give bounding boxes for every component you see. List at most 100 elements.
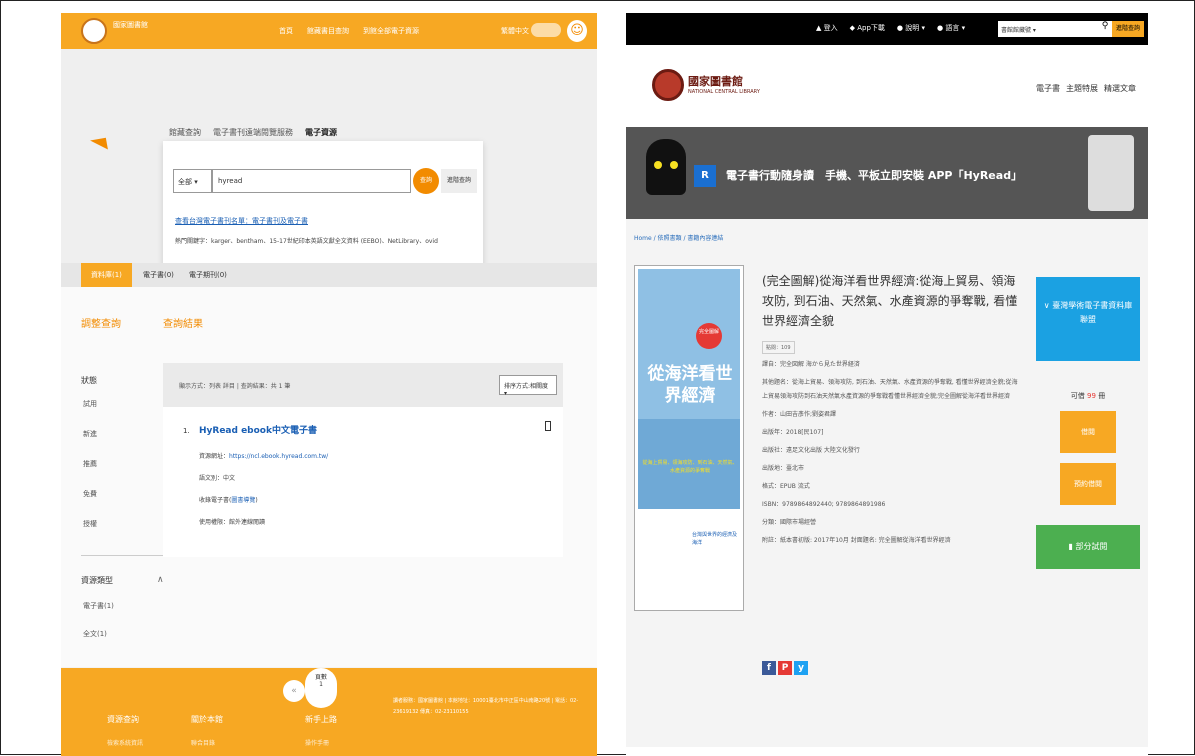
scope-value: 全部	[178, 178, 192, 186]
book-cover[interactable]: 完全圖解 從海洋看世界經濟 從海上貿易、領海攻防、到石油、天然氣、水產資源的爭奪…	[634, 265, 744, 611]
url-label: 資源網址：	[199, 453, 230, 460]
devices-icon	[1088, 135, 1134, 211]
left-topnav: 首頁 館藏書目查詢 到館全部電子資源	[279, 26, 419, 36]
footer-col-search[interactable]: 資源查詢	[107, 714, 139, 725]
result-url-link[interactable]: https://ncl.ebook.hyread.com.tw/	[229, 453, 328, 460]
eresource-list-link[interactable]: 查看台灣電子書刊名單：電子書刊及電子書	[175, 216, 308, 226]
left-topbar: 國家圖書館 首頁 館藏書目查詢 到館全部電子資源 繁體中文 ☺	[61, 13, 597, 49]
filter-status-new[interactable]: 新進	[83, 429, 97, 439]
book-detail: 完全圖解 從海洋看世界經濟 從海上貿易、領海攻防、到石油、天然氣、水產資源的爭奪…	[626, 257, 1148, 747]
nav-articles[interactable]: 精選文章	[1104, 83, 1136, 94]
topnav-home[interactable]: 首頁	[279, 26, 293, 36]
filter-status-title: 狀態	[81, 376, 97, 385]
right-header: 國家圖書館 NATIONAL CENTRAL LIBRARY 電子書 主題特展 …	[626, 45, 1148, 127]
availability: 可借 99 冊	[1036, 391, 1140, 401]
avail-unit: 冊	[1098, 392, 1106, 400]
page-number: 1	[319, 681, 323, 688]
field-year: 出版年：2018[民107]	[762, 429, 824, 436]
help-label: 說明	[905, 24, 920, 32]
book-title: (完全圖解)從海洋看世界經濟:從海上貿易、領海攻防, 到石油、天然氣、水產資源的…	[762, 274, 1018, 328]
page-indicator[interactable]: 頁數 1	[305, 668, 337, 708]
result-title-link[interactable]: HyRead ebook中文電子書	[199, 423, 317, 436]
borrow-button[interactable]: 借閱	[1060, 411, 1116, 453]
search-icon[interactable]: ⚲	[1098, 21, 1112, 37]
field-original-title: 譯自：完全図解 海から見た世界経済	[762, 361, 860, 368]
help-link[interactable]: ● 說明 ▾	[897, 23, 925, 33]
type-end: )	[255, 497, 258, 504]
field-publisher: 出版社：遠足文化出版 大陸文化發行	[762, 447, 860, 454]
search-hero: 館藏查詢 電子書刊遠端閱覽服務 電子資源 全部 ▾ hyread 查詢 進階查詢…	[61, 49, 597, 279]
app-download-link[interactable]: ◆ App下載	[850, 23, 885, 33]
search-input[interactable]: hyread	[211, 169, 411, 193]
footer-sub-guide[interactable]: 操作手冊	[305, 738, 329, 747]
field-note: 附註：紙本書初版: 2017年10月 封面題名: 完全圖解從海洋看世界經濟	[762, 537, 951, 544]
plurk-icon[interactable]: P	[778, 661, 792, 675]
field-place: 出版地：臺北市	[762, 465, 805, 472]
filter-status-licensed[interactable]: 授權	[83, 519, 97, 529]
tab-database[interactable]: 資料庫(1)	[81, 263, 132, 287]
adjust-title: 調整查詢	[81, 319, 121, 330]
breadcrumb[interactable]: Home / 依照書類 / 書籍內容連結	[634, 233, 723, 242]
result-url-line: 資源網址：https://ncl.ebook.hyread.com.tw/	[199, 451, 328, 460]
advanced-search-button[interactable]: 進階查詢	[441, 169, 477, 193]
cat-eye-icon	[670, 161, 678, 169]
user-icon[interactable]: ☺	[567, 20, 587, 42]
language-link[interactable]: ● 語言 ▾	[937, 23, 965, 33]
banner-text: 電子書行動隨身讀 手機、平板立即安裝 APP「HyRead」	[726, 169, 1023, 182]
login-label: 登入	[823, 24, 838, 32]
app-banner[interactable]: R 電子書行動隨身讀 手機、平板立即安裝 APP「HyRead」	[626, 127, 1148, 219]
sort-bar: 顯示方式：列表 詳目 | 查詢結果：共 1 筆 排序方式:相關度 ▾	[163, 363, 563, 407]
library-logo-icon[interactable]	[81, 18, 107, 44]
facebook-icon[interactable]: f	[762, 661, 776, 675]
tab-ejournal[interactable]: 電子期刊(0)	[189, 263, 227, 287]
cover-subtitle: 從海上貿易、領海攻防、到石油、天然氣、水產資源的爭奪戰	[642, 460, 738, 474]
footer-sub-about[interactable]: 聯合目錄	[191, 738, 215, 747]
filter-status-recommend[interactable]: 推薦	[83, 459, 97, 469]
footer-sub-search[interactable]: 檢索系統資訊	[107, 738, 143, 747]
topnav-catalog[interactable]: 館藏書目查詢	[307, 26, 349, 36]
footer-col-guide[interactable]: 新手上路	[305, 714, 337, 725]
cover-badge: 完全圖解	[696, 323, 722, 349]
login-link[interactable]: ▲ 登入	[816, 23, 838, 33]
user-pill[interactable]	[531, 23, 561, 37]
bookmark-icon[interactable]	[545, 421, 551, 431]
filter-status-free[interactable]: 免費	[83, 489, 97, 499]
reserve-button[interactable]: 預約借閱	[1060, 463, 1116, 505]
field-author: 作者：山田吉彥作;劉姿君譯	[762, 411, 837, 418]
sort-select[interactable]: 排序方式:相關度 ▾	[499, 375, 557, 397]
search-button[interactable]: 查詢	[413, 168, 439, 194]
filter-status-trial[interactable]: 試用	[83, 399, 97, 409]
filter-type-fulltext[interactable]: 全文(1)	[83, 629, 107, 639]
collapse-caret-icon[interactable]: ∧	[157, 575, 164, 585]
trial-read-button[interactable]: ▮ 部分試閱	[1036, 525, 1140, 569]
borrow-panel: ∨ 臺灣學術電子書資料庫聯盟 可借 99 冊 借閱 預約借閱 ▮ 部分試閱	[1036, 277, 1140, 569]
language-select[interactable]: 繁體中文	[501, 26, 529, 36]
twitter-icon[interactable]: y	[794, 661, 808, 675]
scope-select[interactable]: 全部 ▾	[173, 169, 213, 193]
logo-english: NATIONAL CENTRAL LIBRARY	[688, 89, 760, 95]
cover-title: 從海洋看世界經濟	[647, 364, 733, 406]
tab-ebook[interactable]: 電子書(0)	[143, 263, 174, 287]
topnav-eresources[interactable]: 到館全部電子資源	[363, 26, 419, 36]
guide-link[interactable]: 圖書導覽	[231, 497, 255, 504]
advanced-search-button[interactable]: 進階查詢	[1112, 21, 1144, 37]
right-topnav: ▲ 登入 ◆ App下載 ● 說明 ▾ ● 語言 ▾	[816, 23, 965, 33]
search-input[interactable]	[1042, 21, 1098, 37]
library-logo-icon[interactable]	[652, 69, 684, 101]
search-scope-select[interactable]: 書館館藏號 ▾	[998, 21, 1042, 37]
result-number: 1.	[183, 427, 190, 435]
consortium-button[interactable]: ∨ 臺灣學術電子書資料庫聯盟	[1036, 277, 1140, 361]
footer-col-about[interactable]: 關於本館	[191, 714, 223, 725]
cover-art: 完全圖解 從海洋看世界經濟 從海上貿易、領海攻防、到石油、天然氣、水產資源的爭奪…	[638, 269, 740, 607]
results-title: 查詢結果	[163, 319, 203, 330]
display-mode[interactable]: 顯示方式：列表 詳目 | 查詢結果：共 1 筆	[179, 381, 290, 390]
nav-exhibit[interactable]: 主題特展	[1066, 83, 1098, 94]
prev-page-button[interactable]: «	[283, 680, 305, 702]
nav-ebook[interactable]: 電子書	[1036, 83, 1060, 94]
filter-type-ebook[interactable]: 電子書(1)	[83, 601, 114, 611]
field-classification: 分類：國際市場經營	[762, 519, 817, 526]
book-info: (完全圖解)從海洋看世界經濟:從海上貿易、領海攻防, 到石油、天然氣、水產資源的…	[762, 271, 1022, 548]
language-label: 語言	[945, 24, 960, 32]
main-nav: 電子書 主題特展 精選文章	[1036, 83, 1136, 94]
avail-count: 99	[1087, 392, 1096, 400]
